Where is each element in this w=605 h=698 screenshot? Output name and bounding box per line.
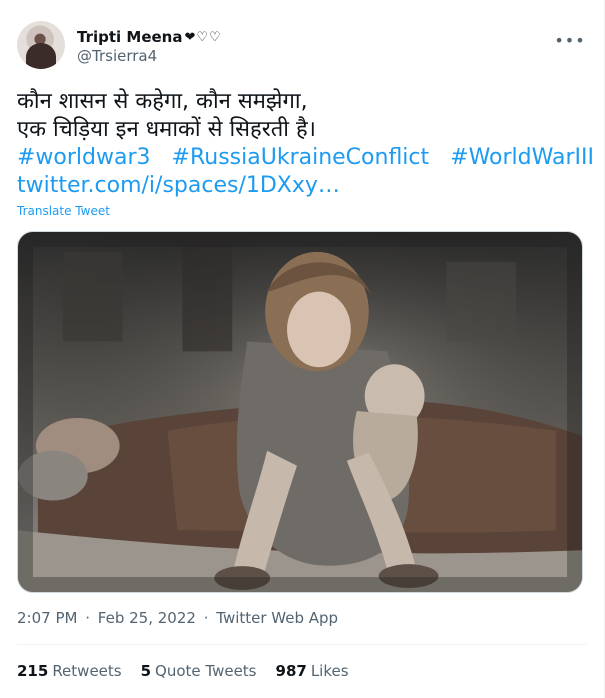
tweet-photo[interactable] (17, 231, 583, 593)
avatar[interactable] (17, 21, 65, 69)
retweets-count: 215 (17, 662, 49, 680)
photo-illustration (18, 232, 582, 592)
spaces-link[interactable]: twitter.com/i/spaces/1DXxy… (17, 172, 587, 200)
user-handle[interactable]: @Trsierra4 (77, 47, 222, 66)
engagement-stats: 215 Retweets 5 Quote Tweets 987 Likes (17, 662, 349, 680)
retweets-label: Retweets (52, 662, 122, 680)
meta-separator: · (85, 609, 91, 627)
hashtag-link[interactable]: #worldwar3 (17, 145, 151, 170)
quote-tweets-stat[interactable]: 5 Quote Tweets (141, 662, 257, 680)
tweet-header: Tripti Meena ❤︎♡♡ @Trsierra4 ••• (17, 21, 587, 73)
name-decoration: ❤︎♡♡ (184, 29, 222, 45)
quote-tweets-count: 5 (140, 662, 152, 680)
hashtag-row: #worldwar3 #RussiaUkraineConflict #World… (17, 144, 594, 172)
tweet-meta: 2:07 PM · Feb 25, 2022 · Twitter Web App (17, 609, 341, 627)
tweet: Tripti Meena ❤︎♡♡ @Trsierra4 ••• कौन शास… (0, 0, 605, 698)
tweet-line: कौन शासन से कहेगा, कौन समझेगा, (17, 89, 308, 114)
more-options-icon[interactable]: ••• (553, 23, 587, 57)
tweet-text: कौन शासन से कहेगा, कौन समझेगा, एक चिड़िय… (17, 88, 594, 200)
retweets-stat[interactable]: 215 Retweets (17, 662, 122, 680)
hashtag-link[interactable]: #RussiaUkraineConflict (172, 145, 430, 170)
tweet-line: एक चिड़िया इन धमाकों से सिहरती है। (17, 117, 316, 142)
hashtag-link[interactable]: #WorldWarIII (450, 145, 594, 170)
tweet-source[interactable]: Twitter Web App (216, 609, 338, 627)
tweet-date[interactable]: Feb 25, 2022 (98, 609, 196, 627)
likes-count: 987 (275, 662, 307, 680)
tweet-time[interactable]: 2:07 PM (17, 609, 77, 627)
translate-tweet-link[interactable]: Translate Tweet (17, 204, 110, 218)
likes-stat[interactable]: 987 Likes (276, 662, 349, 680)
author-names: Tripti Meena ❤︎♡♡ @Trsierra4 (77, 28, 222, 66)
divider (17, 644, 587, 645)
display-name[interactable]: Tripti Meena (77, 28, 182, 46)
meta-separator: · (203, 609, 209, 627)
quote-tweets-label: Quote Tweets (155, 662, 257, 680)
likes-label: Likes (310, 662, 349, 680)
